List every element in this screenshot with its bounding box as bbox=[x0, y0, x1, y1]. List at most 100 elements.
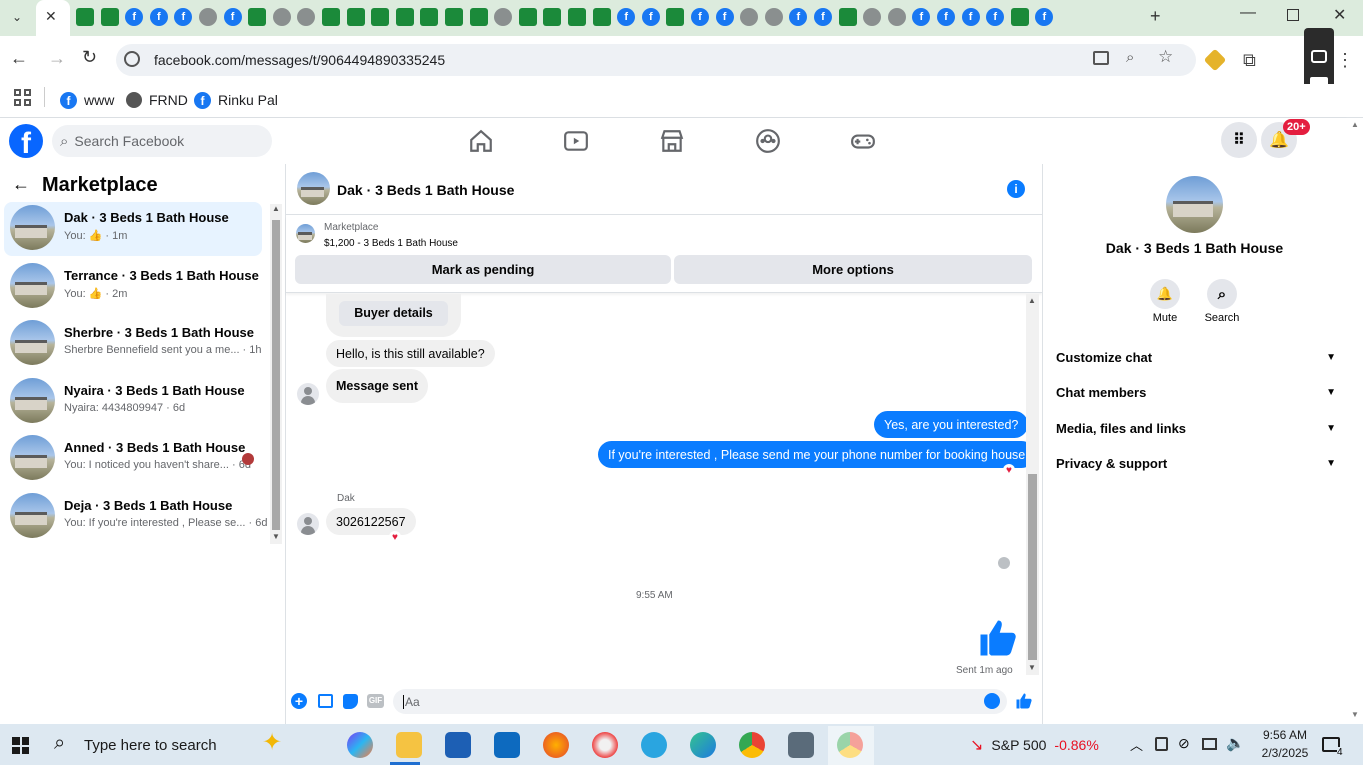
marketplace-tab-icon[interactable] bbox=[666, 8, 685, 26]
app-icon-2[interactable] bbox=[788, 732, 814, 758]
facebook-tab-icon[interactable]: f bbox=[149, 8, 168, 26]
scroll-down-icon[interactable]: ▼ bbox=[1351, 710, 1359, 719]
globe-tab-icon[interactable] bbox=[764, 8, 783, 26]
message-bubble[interactable]: 3026122567 bbox=[326, 508, 416, 535]
chat-scrollbar[interactable]: ▲ ▼ bbox=[1026, 294, 1039, 675]
globe-tab-icon[interactable] bbox=[887, 8, 906, 26]
scroll-up-icon[interactable]: ▲ bbox=[272, 204, 280, 213]
globe-tab-icon[interactable] bbox=[272, 8, 291, 26]
extensions-puzzle-icon[interactable]: ⧉ bbox=[1243, 50, 1256, 71]
message-bubble[interactable]: Hello, is this still available? bbox=[326, 340, 495, 367]
marketplace-tab-icon[interactable] bbox=[469, 8, 488, 26]
marketplace-tab-icon[interactable] bbox=[543, 8, 562, 26]
chat-avatar[interactable] bbox=[297, 172, 330, 205]
active-tab[interactable]: ✕ bbox=[36, 0, 70, 36]
restore-icon[interactable] bbox=[1287, 9, 1299, 21]
facebook-search[interactable]: ⌕ Search Facebook bbox=[52, 125, 272, 157]
send-like-icon[interactable] bbox=[1015, 692, 1033, 710]
globe-tab-icon[interactable] bbox=[199, 8, 217, 26]
marketplace-tab-icon[interactable] bbox=[322, 8, 340, 26]
forward-icon[interactable]: → bbox=[48, 48, 66, 69]
marketplace-tab-icon[interactable] bbox=[568, 8, 586, 26]
copilot-icon[interactable] bbox=[347, 732, 373, 758]
site-info-icon[interactable] bbox=[124, 51, 140, 67]
marketplace-tab-icon[interactable] bbox=[838, 8, 857, 26]
info-icon[interactable]: i bbox=[1007, 180, 1025, 198]
more-options-button[interactable]: More options bbox=[674, 255, 1032, 284]
message-bubble-outgoing[interactable]: Yes, are you interested? bbox=[874, 411, 1029, 438]
tab-search-icon[interactable]: ⌄ bbox=[8, 8, 26, 26]
close-window-icon[interactable]: ✕ bbox=[1333, 5, 1346, 25]
firefox-icon[interactable] bbox=[543, 732, 569, 758]
scrollbar-thumb[interactable] bbox=[272, 220, 280, 530]
search-chat-button[interactable]: ⌕ bbox=[1207, 279, 1237, 309]
marketplace-tab-icon[interactable] bbox=[1010, 8, 1029, 26]
volume-icon[interactable]: 🔈 bbox=[1226, 734, 1245, 752]
like-thumb-icon[interactable] bbox=[977, 617, 1019, 659]
customize-chat-row[interactable]: Customize chat ▼ bbox=[1056, 346, 1336, 368]
marketplace-tab-icon[interactable] bbox=[395, 8, 414, 26]
conversation-item[interactable]: Anned · 3 Beds 1 Bath House You: I notice… bbox=[4, 432, 262, 486]
bookmark-www[interactable]: f www bbox=[60, 89, 114, 111]
photo-icon[interactable] bbox=[318, 694, 333, 708]
tray-chevron-icon[interactable]: ︿ bbox=[1130, 735, 1143, 754]
file-explorer-icon[interactable] bbox=[396, 732, 422, 758]
page-scrollbar[interactable]: ▲ ▼ bbox=[1347, 118, 1363, 724]
conversation-item[interactable]: Terrance · 3 Beds 1 Bath House You: 👍 · 2… bbox=[4, 260, 262, 314]
chat-title[interactable]: Dak · 3 Beds 1 Bath House bbox=[337, 182, 514, 198]
gif-icon[interactable]: GIF bbox=[367, 694, 384, 708]
facebook-tab-icon[interactable]: f bbox=[961, 8, 980, 26]
marketplace-icon[interactable] bbox=[659, 128, 685, 154]
display-icon[interactable] bbox=[1202, 738, 1217, 750]
mark-pending-button[interactable]: Mark as pending bbox=[295, 255, 671, 284]
gaming-icon[interactable] bbox=[850, 128, 876, 154]
network-icon[interactable]: ⊘ bbox=[1178, 735, 1190, 752]
heart-reaction-icon[interactable]: ♥ bbox=[389, 531, 401, 543]
outlook-icon[interactable] bbox=[494, 732, 520, 758]
message-bubble-outgoing[interactable]: If you're interested , Please send me yo… bbox=[598, 441, 1036, 468]
details-avatar[interactable] bbox=[1166, 176, 1223, 233]
facebook-tab-icon[interactable]: f bbox=[814, 8, 832, 26]
address-bar[interactable]: facebook.com/messages/t/9064494890335245… bbox=[116, 44, 1196, 76]
minimize-icon[interactable]: — bbox=[1240, 4, 1256, 22]
bookmark-rinku-pal[interactable]: f Rinku Pal bbox=[194, 89, 278, 111]
facebook-tab-icon[interactable]: f bbox=[641, 8, 660, 26]
marketplace-tab-icon[interactable] bbox=[445, 8, 463, 26]
facebook-tab-icon[interactable]: f bbox=[223, 8, 242, 26]
back-arrow-icon[interactable]: ← bbox=[12, 174, 30, 195]
video-nav-icon[interactable] bbox=[563, 128, 589, 154]
edge-icon[interactable] bbox=[690, 732, 716, 758]
back-icon[interactable]: ← bbox=[10, 48, 28, 69]
marketplace-tab-icon[interactable] bbox=[346, 8, 365, 26]
zoom-icon[interactable]: ⌕ bbox=[1126, 49, 1134, 66]
emoji-icon[interactable] bbox=[984, 693, 1000, 709]
conversation-item[interactable]: Nyaira · 3 Beds 1 Bath House Nyaira: 4434… bbox=[4, 375, 262, 429]
listing-thumbnail[interactable] bbox=[296, 224, 315, 243]
scrollbar-track[interactable]: ▲ ▼ bbox=[270, 204, 282, 544]
marketplace-tab-icon[interactable] bbox=[76, 8, 94, 26]
media-files-row[interactable]: Media, files and links ▼ bbox=[1056, 417, 1336, 439]
apps-grid-icon[interactable] bbox=[14, 89, 31, 106]
app-icon[interactable] bbox=[592, 732, 618, 758]
facebook-tab-icon[interactable]: f bbox=[691, 8, 709, 26]
stock-widget[interactable]: ↘ S&P 500 -0.86% bbox=[970, 733, 1110, 757]
add-more-icon[interactable]: + bbox=[291, 693, 307, 709]
privacy-support-row[interactable]: Privacy & support ▼ bbox=[1056, 452, 1336, 474]
buyer-details-button[interactable]: Buyer details bbox=[339, 301, 448, 326]
sender-avatar[interactable] bbox=[297, 513, 319, 535]
scrollbar-thumb[interactable] bbox=[1028, 474, 1037, 660]
camera-icon[interactable] bbox=[1311, 50, 1327, 63]
bookmark-star-icon[interactable]: ☆ bbox=[1158, 47, 1173, 67]
sender-avatar[interactable] bbox=[297, 383, 319, 405]
clock-date[interactable]: 2/3/2025 bbox=[1255, 746, 1315, 760]
scroll-down-icon[interactable]: ▼ bbox=[272, 532, 280, 541]
install-icon[interactable] bbox=[1093, 51, 1109, 65]
facebook-logo[interactable]: f bbox=[9, 124, 43, 160]
close-tab-icon[interactable]: ✕ bbox=[45, 8, 57, 25]
chrome-icon[interactable] bbox=[739, 732, 765, 758]
reload-icon[interactable]: ↻ bbox=[82, 47, 97, 68]
message-input[interactable]: Aa bbox=[393, 689, 1007, 714]
clock-time[interactable]: 9:56 AM bbox=[1255, 728, 1315, 742]
scroll-up-icon[interactable]: ▲ bbox=[1351, 120, 1359, 129]
chrome-menu-icon[interactable]: ⋮ bbox=[1336, 50, 1354, 71]
